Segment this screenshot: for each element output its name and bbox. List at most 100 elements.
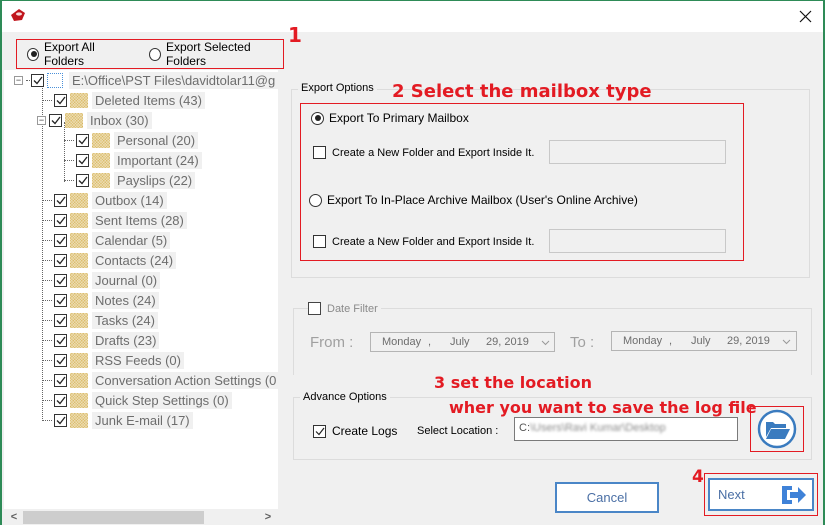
tree-item[interactable]: Notes (24) — [42, 290, 159, 310]
export-selected-folders-radio[interactable]: Export Selected Folders — [148, 40, 283, 68]
tree-checkbox[interactable] — [76, 173, 89, 187]
scrollbar-thumb[interactable] — [23, 511, 204, 524]
tree-item[interactable]: Tasks (24) — [42, 310, 158, 330]
tree-checkbox[interactable] — [54, 353, 67, 367]
scroll-left-icon[interactable]: < — [6, 509, 22, 525]
tree-item[interactable]: Contacts (24) — [42, 250, 177, 270]
export-archive-mailbox-radio[interactable]: Export To In-Place Archive Mailbox (User… — [309, 193, 638, 207]
tree-checkbox[interactable] — [54, 193, 67, 207]
tree-checkbox[interactable] — [54, 373, 67, 387]
export-all-folders-radio[interactable]: Export All Folders — [27, 40, 130, 68]
radio-indicator — [311, 111, 324, 125]
tree-item[interactable]: Quick Step Settings (0) — [42, 390, 232, 410]
from-date-picker[interactable]: Monday , July 29, 2019 — [370, 332, 555, 352]
tree-checkbox[interactable] — [54, 253, 67, 267]
export-dialog: Export All Folders Export Selected Folde… — [0, 0, 825, 525]
next-button[interactable]: Next — [708, 478, 814, 511]
tree-item-label: RSS Feeds (0) — [92, 351, 184, 369]
tree-item[interactable]: Deleted Items (43) — [42, 90, 205, 110]
collapse-icon[interactable]: − — [14, 75, 23, 85]
tree-item-label: Notes (24) — [92, 291, 159, 309]
tree-checkbox[interactable] — [54, 293, 67, 307]
chevron-down-icon[interactable] — [541, 340, 550, 346]
tree-connector — [42, 279, 52, 281]
tree-connector — [64, 159, 74, 161]
archive-folder-name-input[interactable] — [549, 229, 726, 253]
tree-item-label: Conversation Action Settings (0 — [92, 371, 278, 389]
browse-location-button[interactable] — [750, 406, 804, 452]
scroll-right-icon[interactable]: > — [260, 509, 276, 525]
tree-root[interactable]: − E:\Office\PST Files\davidtolar11@g — [14, 70, 278, 90]
date-filter-title: Date Filter — [327, 302, 378, 315]
folder-icon — [70, 232, 88, 248]
tree-item[interactable]: Junk E-mail (17) — [42, 410, 193, 430]
export-primary-mailbox-radio[interactable]: Export To Primary Mailbox — [311, 111, 469, 125]
tree-item[interactable]: Outbox (14) — [42, 190, 167, 210]
next-button-label: Next — [718, 487, 745, 502]
tree-checkbox[interactable] — [76, 133, 89, 147]
checkmark-icon — [51, 116, 61, 124]
tree-item[interactable]: − Inbox (30) — [37, 110, 152, 130]
tree-checkbox[interactable] — [31, 73, 44, 87]
tree-checkbox[interactable] — [54, 273, 67, 287]
tree-item-label: Quick Step Settings (0) — [92, 391, 232, 409]
checkmark-icon — [56, 216, 66, 224]
tree-item[interactable]: Sent Items (28) — [42, 210, 187, 230]
tree-checkbox[interactable] — [54, 93, 67, 107]
checkmark-icon — [78, 156, 88, 164]
tree-item-label: Drafts (23) — [92, 331, 160, 349]
cancel-button[interactable]: Cancel — [555, 482, 659, 513]
checkmark-icon — [56, 416, 66, 424]
tree-checkbox[interactable] — [54, 313, 67, 327]
tree-checkbox[interactable] — [54, 413, 67, 427]
tree-item-label: Tasks (24) — [92, 311, 158, 329]
tree-checkbox[interactable] — [54, 213, 67, 227]
checkbox-box[interactable] — [313, 235, 326, 248]
checkmark-icon — [78, 136, 88, 144]
to-date-picker[interactable]: Monday , July 29, 2019 — [611, 331, 797, 351]
export-selected-folders-label: Export Selected Folders — [165, 40, 251, 68]
checkmark-icon — [56, 356, 66, 364]
tree-checkbox[interactable] — [54, 333, 67, 347]
tree-connector — [42, 219, 52, 221]
create-logs-label: Create Logs — [332, 424, 398, 438]
date-filter-checkbox[interactable]: Date Filter — [308, 302, 381, 315]
tree-item[interactable]: RSS Feeds (0) — [42, 350, 184, 370]
primary-new-folder-checkbox[interactable]: Create a New Folder and Export Inside It… — [313, 146, 534, 159]
create-logs-checkbox[interactable]: Create Logs — [313, 424, 397, 438]
folder-mode-group: Export All Folders Export Selected Folde… — [16, 39, 284, 69]
tree-checkbox[interactable] — [76, 153, 89, 167]
tree-item[interactable]: Journal (0) — [42, 270, 161, 290]
tree-item[interactable]: Drafts (23) — [42, 330, 160, 350]
folder-icon — [65, 112, 83, 128]
checkbox-box[interactable] — [313, 424, 326, 438]
to-day-year: 29, 2019 — [727, 335, 770, 347]
tree-item[interactable]: Calendar (5) — [42, 230, 171, 250]
close-button[interactable] — [795, 7, 815, 25]
from-label: From : — [310, 334, 354, 351]
checkmark-icon — [315, 427, 324, 435]
tree-item[interactable]: Payslips (22) — [64, 170, 196, 190]
checkbox-box[interactable] — [313, 146, 326, 159]
annotation-step-3-line-1: 3 set the location — [434, 373, 593, 392]
checkbox-box[interactable] — [308, 302, 321, 315]
tree-connector — [42, 319, 52, 321]
archive-new-folder-checkbox[interactable]: Create a New Folder and Export Inside It… — [313, 235, 534, 248]
checkmark-icon — [56, 256, 66, 264]
tree-horizontal-scrollbar[interactable]: < > — [4, 509, 278, 525]
tree-checkbox[interactable] — [49, 113, 62, 127]
checkmark-icon — [56, 336, 66, 344]
log-location-input[interactable]: C:\Users\Ravi Kumar\Desktop — [514, 417, 738, 441]
tree-checkbox[interactable] — [54, 233, 67, 247]
tree-root-label: E:\Office\PST Files\davidtolar11@g — [69, 71, 278, 89]
collapse-icon[interactable]: − — [37, 115, 46, 125]
select-location-label: Select Location : — [417, 425, 499, 437]
chevron-down-icon[interactable] — [782, 339, 791, 345]
tree-item[interactable]: Personal (20) — [64, 130, 199, 150]
tree-item[interactable]: Important (24) — [64, 150, 202, 170]
primary-folder-name-input[interactable] — [549, 140, 726, 164]
tree-checkbox[interactable] — [54, 393, 67, 407]
tree-item[interactable]: Conversation Action Settings (0 — [42, 370, 278, 390]
export-archive-mailbox-label: Export To In-Place Archive Mailbox (User… — [327, 193, 638, 207]
folder-icon — [70, 212, 88, 228]
